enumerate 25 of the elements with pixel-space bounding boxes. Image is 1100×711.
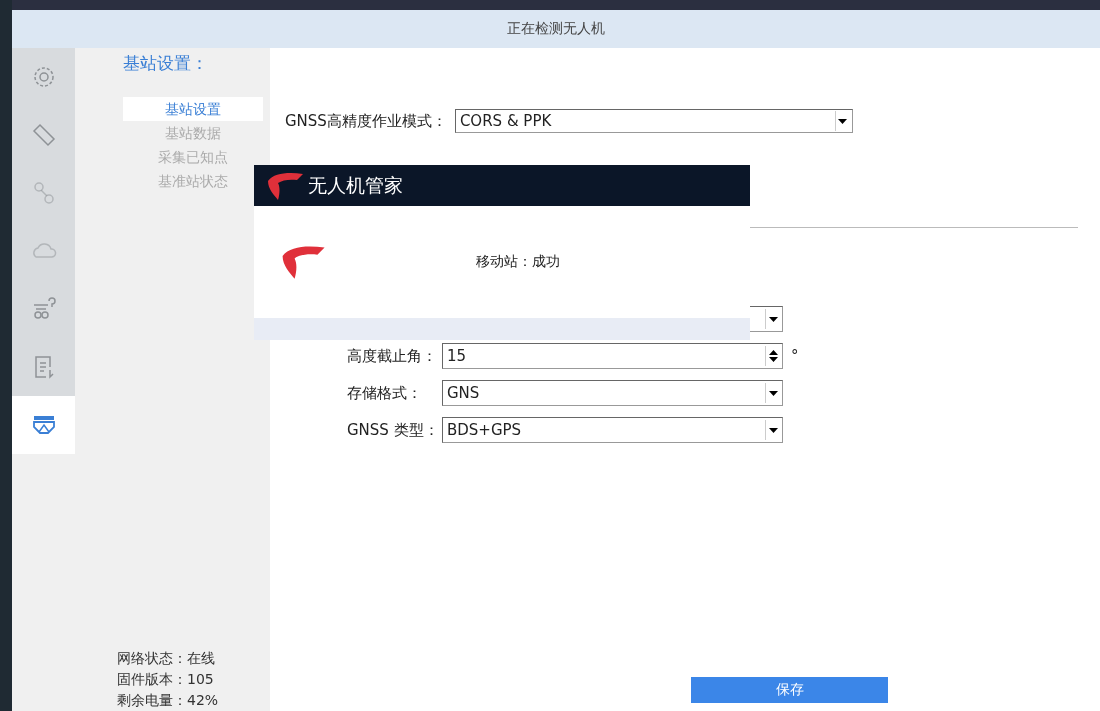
field-label: 高度截止角： [346,346,438,366]
save-button[interactable]: 保存 [691,677,888,703]
field-label: 存储格式： [346,383,423,403]
section-title: 基站设置： [122,52,209,75]
mode-dropdown[interactable]: CORS & PPK [454,109,853,133]
unit-label: ° [791,347,799,365]
dropdown[interactable]: BDS+GPS [442,417,783,443]
number-field[interactable]: 15 [442,343,783,369]
dialog-message: 移动站：成功 [476,253,560,271]
nav-item[interactable]: 基站设置 [123,97,263,121]
logo-icon [266,170,304,201]
dropdown-arrow-icon[interactable] [765,420,780,440]
spinner-icon[interactable] [765,346,780,366]
dropdown-arrow-icon[interactable] [834,111,850,131]
window-title: 正在检测无人机 [507,20,605,38]
dropdown-arrow-icon[interactable] [765,383,780,403]
field-label: GNSS 类型： [346,420,440,440]
dropdown[interactable]: GNS [442,380,783,406]
status-text: 剩余电量：42% [117,691,220,710]
logo-icon [280,244,326,280]
dialog-title: 无人机管家 [308,172,403,198]
field-label: GNSS高精度作业模式： [285,111,447,131]
status-text: 固件版本：105 [117,670,215,689]
status-text: 网络状态：在线 [117,649,216,668]
dropdown-arrow-icon[interactable] [765,309,780,329]
